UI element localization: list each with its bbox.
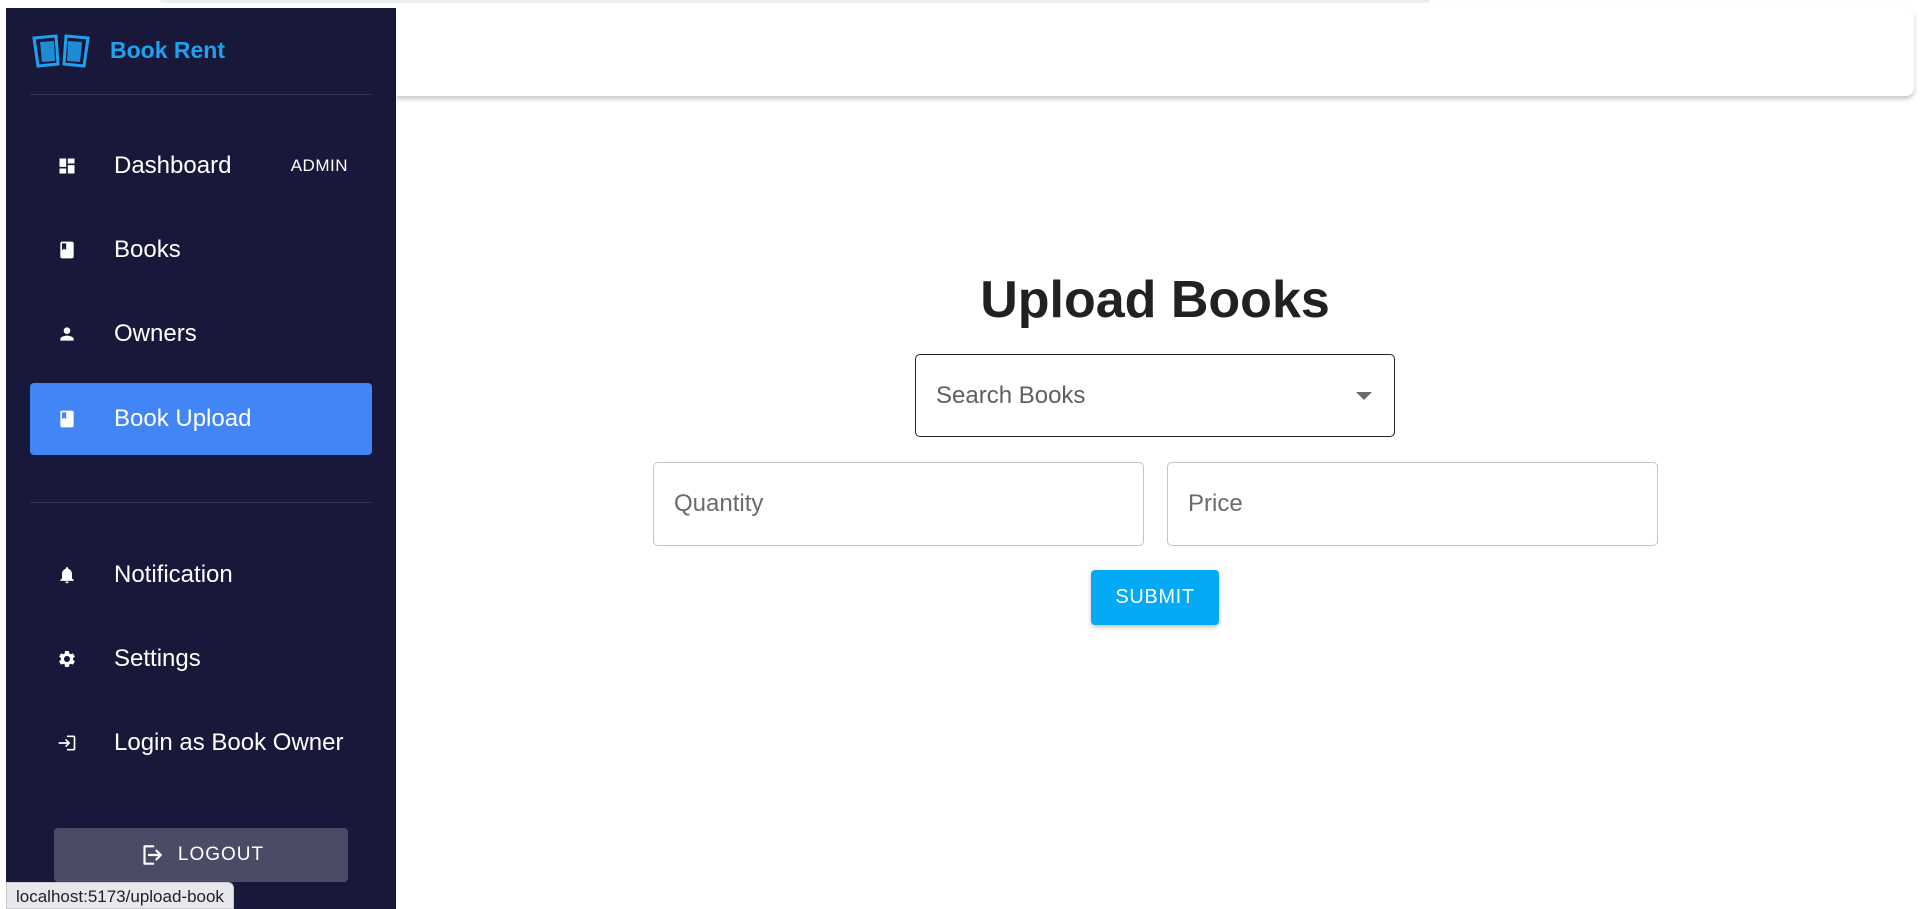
sidebar-item-label: Book Upload xyxy=(114,405,252,432)
person-icon xyxy=(56,323,78,345)
book-icon xyxy=(56,408,78,430)
page-title: Upload Books xyxy=(980,271,1330,329)
quantity-input[interactable] xyxy=(653,462,1144,546)
dropdown-arrow-icon[interactable] xyxy=(1356,392,1372,400)
open-book-logo-icon xyxy=(32,34,90,68)
status-bar-url: localhost:5173/upload-book xyxy=(6,882,234,909)
sidebar-item-label: Notification xyxy=(114,561,233,588)
sidebar-item-books[interactable]: Books xyxy=(30,214,372,286)
sidebar-item-dashboard[interactable]: Dashboard ADMIN xyxy=(30,130,372,202)
sidebar-item-notification[interactable]: Notification xyxy=(30,539,372,611)
bell-icon xyxy=(56,564,78,586)
browser-top-strip xyxy=(160,0,1430,3)
sidebar-item-book-upload[interactable]: Book Upload xyxy=(30,383,372,455)
logout-icon xyxy=(143,845,162,865)
sidebar-item-label: Owners xyxy=(114,320,197,347)
sidebar-item-owners[interactable]: Owners xyxy=(30,298,372,370)
sidebar-item-settings[interactable]: Settings xyxy=(30,623,372,695)
sidebar-divider xyxy=(30,502,372,503)
sidebar-item-label: Settings xyxy=(114,645,201,672)
sidebar: Book Rent Dashboard ADMIN Books Owners B… xyxy=(6,8,396,909)
sidebar-item-label: Books xyxy=(114,236,181,263)
login-icon xyxy=(56,732,78,754)
app-bar xyxy=(396,8,1914,96)
gear-icon xyxy=(56,648,78,670)
search-books-placeholder: Search Books xyxy=(936,381,1086,409)
sidebar-item-label: Login as Book Owner xyxy=(114,729,344,756)
brand[interactable]: Book Rent xyxy=(30,32,225,68)
sidebar-divider xyxy=(30,94,372,95)
dashboard-icon xyxy=(56,155,78,177)
submit-button[interactable]: SUBMIT xyxy=(1091,570,1219,625)
logout-button[interactable]: LOGOUT xyxy=(54,828,348,882)
sidebar-item-label: Dashboard xyxy=(114,152,232,179)
brand-name: Book Rent xyxy=(110,36,225,63)
book-icon xyxy=(56,239,78,261)
sidebar-item-login-as-book-owner[interactable]: Login as Book Owner xyxy=(30,707,372,779)
logout-label: LOGOUT xyxy=(177,844,265,865)
price-input[interactable] xyxy=(1167,462,1658,546)
admin-badge: ADMIN xyxy=(290,156,348,175)
search-books-select[interactable]: Search Books xyxy=(915,354,1395,437)
